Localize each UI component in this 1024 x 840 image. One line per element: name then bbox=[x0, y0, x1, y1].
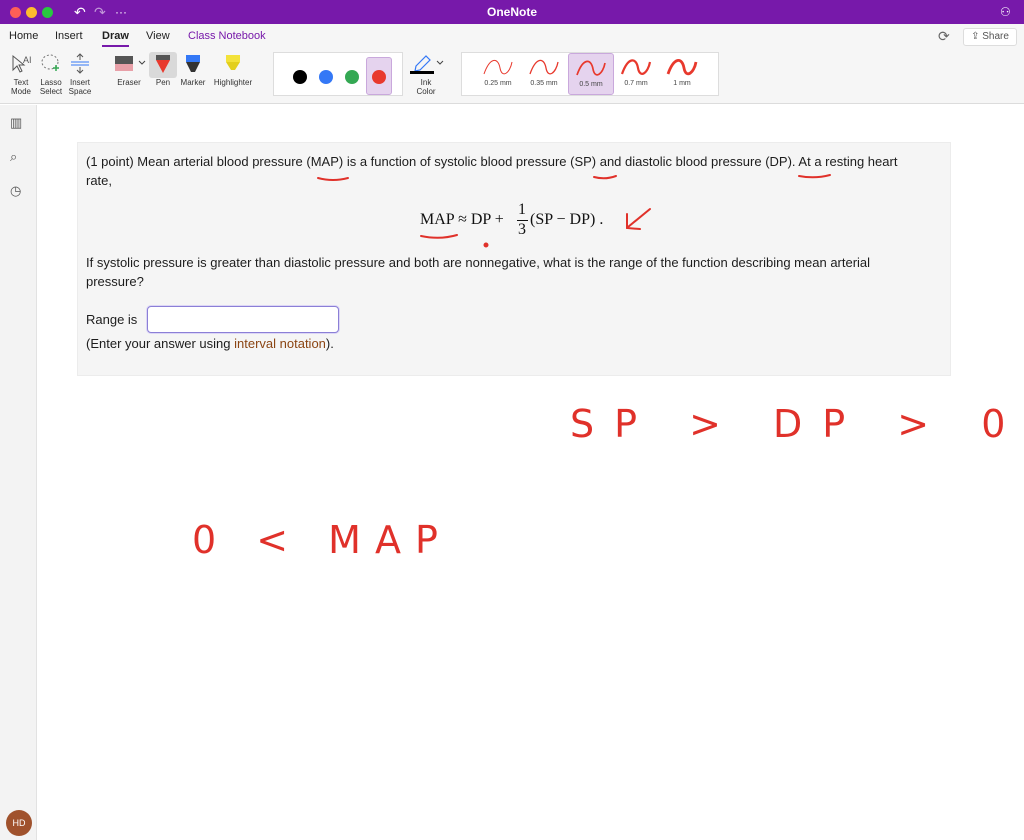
tab-draw[interactable]: Draw bbox=[102, 30, 129, 47]
color-green[interactable] bbox=[345, 70, 359, 84]
window-title: OneNote bbox=[486, 5, 537, 19]
title-bar: ↶ ↷ ··· OneNote ⚇ bbox=[0, 0, 1024, 24]
marker-label: Marker bbox=[180, 78, 206, 87]
search-icon[interactable]: ⌕ bbox=[10, 149, 17, 165]
draw-ribbon: AI Text Mode Lasso Select Insert Space E… bbox=[0, 48, 1024, 104]
tab-class-notebook[interactable]: Class Notebook bbox=[188, 30, 266, 42]
sync-icon[interactable]: ⟳ bbox=[938, 28, 950, 45]
width-label: 1 mm bbox=[673, 80, 691, 87]
highlighter-button[interactable]: Highlighter bbox=[210, 52, 256, 87]
pen-icon bbox=[156, 55, 170, 73]
color-blue[interactable] bbox=[319, 70, 333, 84]
pen-button[interactable]: Pen bbox=[148, 52, 178, 87]
tab-insert[interactable]: Insert bbox=[55, 30, 83, 42]
question-line-1: If systolic pressure is greater than dia… bbox=[86, 255, 871, 270]
share-label: Share bbox=[982, 31, 1009, 42]
problem-text-line-1: (1 point) Mean arterial blood pressure (… bbox=[86, 154, 898, 169]
width-option-0-5mm[interactable]: 0.5 mm bbox=[568, 53, 614, 95]
marker-icon bbox=[186, 55, 200, 72]
share-button[interactable]: ⇪ Share bbox=[963, 28, 1017, 46]
text-mode-label-1: Text bbox=[13, 78, 29, 87]
insert-space-label-2: Space bbox=[68, 87, 92, 96]
stroke-sample-icon bbox=[529, 59, 559, 75]
eraser-icon bbox=[115, 56, 146, 71]
problem-text-line-2: rate, bbox=[86, 173, 113, 188]
ink-color-palette bbox=[273, 52, 403, 96]
people-icon[interactable]: ⚇ bbox=[1000, 3, 1011, 21]
question-line-2: pressure? bbox=[86, 274, 144, 289]
insert-space-icon bbox=[71, 53, 89, 74]
color-red[interactable] bbox=[372, 70, 386, 84]
onenote-window: ↶ ↷ ··· OneNote ⚇ Home Insert Draw View … bbox=[0, 0, 1024, 840]
stroke-sample-icon bbox=[576, 60, 606, 76]
text-mode-button[interactable]: AI Text Mode bbox=[6, 52, 36, 96]
range-answer-input[interactable] bbox=[147, 306, 339, 333]
svg-text:AI: AI bbox=[23, 55, 32, 65]
fraction-numerator: 1 bbox=[518, 201, 526, 218]
insert-space-button[interactable]: Insert Space bbox=[66, 52, 94, 96]
interval-notation-link[interactable]: interval notation bbox=[234, 336, 326, 351]
width-option-1mm[interactable]: 1 mm bbox=[659, 53, 705, 95]
lasso-select-button[interactable]: Lasso Select bbox=[37, 52, 65, 96]
width-label: 0.7 mm bbox=[624, 80, 648, 87]
eraser-button[interactable]: Eraser bbox=[112, 52, 146, 87]
ink-note-map-gt-zero: 0 < MAP bbox=[192, 518, 452, 562]
lasso-icon bbox=[41, 54, 59, 71]
lasso-label-1: Lasso bbox=[40, 78, 62, 87]
stroke-sample-icon bbox=[620, 59, 652, 75]
share-icon: ⇪ bbox=[971, 31, 980, 42]
width-label: 0.35 mm bbox=[530, 80, 558, 87]
recent-icon[interactable]: ◷ bbox=[10, 183, 21, 199]
width-option-0-25mm[interactable]: 0.25 mm bbox=[475, 53, 521, 95]
ink-color-icon bbox=[410, 55, 444, 74]
eraser-label: Eraser bbox=[117, 78, 141, 87]
avatar[interactable]: HD bbox=[6, 810, 32, 836]
range-label: Range is bbox=[86, 312, 138, 327]
width-option-0-35mm[interactable]: 0.35 mm bbox=[521, 53, 567, 95]
stroke-width-palette: 0.25 mm 0.35 mm 0.5 mm 0.7 mm 1 mm bbox=[461, 52, 719, 96]
width-option-0-7mm[interactable]: 0.7 mm bbox=[613, 53, 659, 95]
fraction-denominator: 3 bbox=[518, 221, 526, 238]
ink-color-label-1: Ink bbox=[420, 78, 432, 87]
tab-home[interactable]: Home bbox=[9, 30, 38, 42]
ink-color-label-2: Color bbox=[416, 87, 436, 96]
text-cursor-icon: AI bbox=[12, 54, 32, 73]
ink-note-sp-gt-dp: SP > DP > 0 bbox=[570, 402, 1024, 446]
answer-hint: (Enter your answer using interval notati… bbox=[86, 334, 334, 353]
lasso-label-2: Select bbox=[39, 87, 63, 96]
formula-lhs: MAP ≈ DP + bbox=[420, 211, 504, 228]
navigation-sidebar: ▥ ⌕ ◷ bbox=[0, 105, 37, 840]
tab-view[interactable]: View bbox=[146, 30, 170, 42]
insert-space-label-1: Insert bbox=[69, 78, 90, 87]
ink-annotations-layer: SP > DP > 0 0 < MAP bbox=[192, 174, 1024, 562]
hint-suffix: ). bbox=[325, 336, 334, 351]
width-label: 0.5 mm bbox=[579, 81, 603, 88]
pen-label: Pen bbox=[155, 78, 171, 87]
color-black[interactable] bbox=[293, 70, 307, 84]
highlighter-icon bbox=[226, 55, 240, 70]
formula-rhs: (SP − DP) . bbox=[530, 211, 604, 228]
marker-button[interactable]: Marker bbox=[178, 52, 208, 87]
hint-prefix: (Enter your answer using bbox=[86, 336, 235, 351]
ink-color-button[interactable]: Ink Color bbox=[406, 52, 446, 96]
stroke-sample-icon bbox=[666, 59, 698, 76]
menu-bar: Home Insert Draw View Class Notebook bbox=[0, 24, 1024, 48]
highlighter-label: Highlighter bbox=[213, 78, 253, 87]
notebooks-icon[interactable]: ▥ bbox=[10, 115, 22, 131]
text-mode-label-2: Mode bbox=[10, 87, 31, 96]
width-label: 0.25 mm bbox=[484, 80, 512, 87]
stroke-sample-icon bbox=[483, 60, 513, 75]
